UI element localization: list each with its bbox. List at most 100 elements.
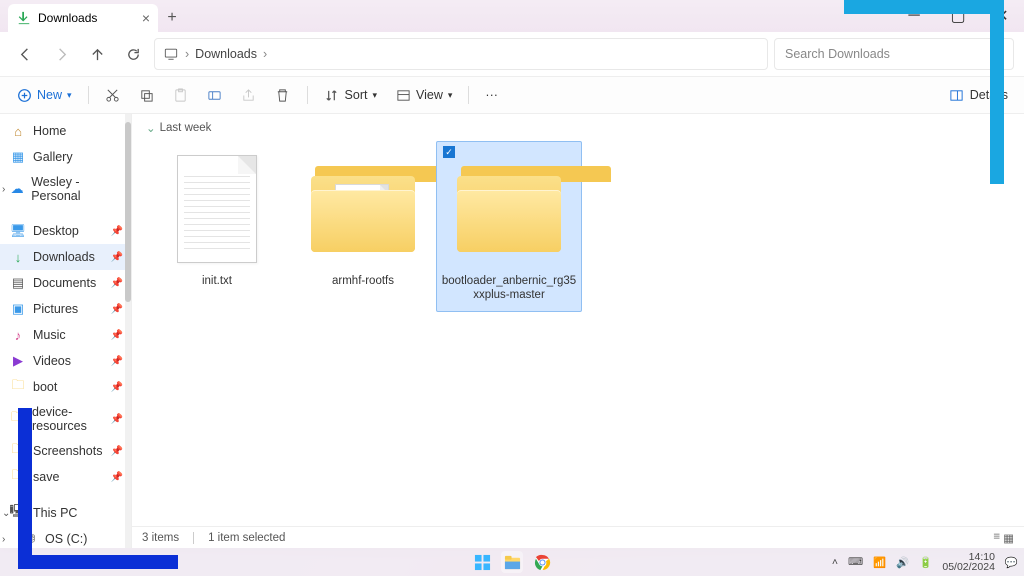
cut-icon (105, 87, 121, 103)
expand-icon[interactable]: › (2, 184, 5, 195)
body: ⌂Home ▦Gallery ›☁Wesley - Personal 🖥Desk… (0, 114, 1024, 548)
breadcrumb[interactable]: › Downloads › (154, 38, 768, 70)
new-tab-button[interactable]: + (158, 4, 186, 32)
battery-icon[interactable]: 🔋 (919, 556, 932, 569)
expand-icon[interactable]: ⌄ (2, 508, 10, 519)
nav-save[interactable]: 🗀save📌 (0, 464, 131, 490)
details-label: Details (970, 88, 1008, 102)
nav-pictures[interactable]: ▣Pictures📌 (0, 296, 131, 322)
nav-onedrive[interactable]: ›☁Wesley - Personal (0, 170, 131, 208)
tray-date: 05/02/2024 (942, 562, 995, 573)
nav-music[interactable]: ♪Music📌 (0, 322, 131, 348)
nav-downloads[interactable]: ↓Downloads📌 (0, 244, 131, 270)
forward-button[interactable] (46, 39, 76, 69)
folder-icon (450, 150, 568, 268)
list-view-icon[interactable]: ≡ (993, 531, 1000, 545)
chevron-down-icon: ▾ (67, 90, 72, 101)
cloud-icon: ☁ (10, 181, 24, 197)
tray-chevron-icon[interactable]: ˄ (832, 556, 838, 568)
nav-videos[interactable]: ▶Videos📌 (0, 348, 131, 374)
nav-screenshots[interactable]: 🗀Screenshots📌 (0, 438, 131, 464)
nav-desktop[interactable]: 🖥Desktop📌 (0, 218, 131, 244)
file-item[interactable]: ✓ init.txt (144, 141, 290, 297)
folder-item[interactable]: ✓ armhf-rootfs (290, 141, 436, 297)
pin-icon: 📌 (111, 382, 123, 393)
nav-home[interactable]: ⌂Home (0, 118, 131, 144)
folder-icon: 🗀 (10, 411, 25, 427)
view-icon (395, 87, 411, 103)
up-button[interactable] (82, 39, 112, 69)
downloads-icon: ↓ (10, 249, 26, 265)
chevron-down-icon: ⌄ (146, 121, 156, 135)
start-button[interactable] (471, 551, 493, 573)
minimize-button[interactable]: ─ (892, 0, 936, 32)
view-button[interactable]: View ▾ (389, 83, 458, 107)
grid-view-icon[interactable]: ▦ (1003, 531, 1014, 545)
new-button[interactable]: New ▾ (10, 83, 78, 107)
chevron-down-icon: ▾ (448, 90, 453, 101)
pin-icon: 📌 (111, 414, 123, 425)
pin-icon: 📌 (111, 330, 123, 341)
item-label: armhf-rootfs (295, 274, 431, 288)
maximize-button[interactable]: ▢ (936, 0, 980, 32)
folder-item[interactable]: ✓ bootloader_anbernic_rg35xxplus-master (436, 141, 582, 312)
nav-scrollbar[interactable] (125, 114, 131, 548)
more-button[interactable]: ··· (479, 84, 504, 106)
selection-count: 1 item selected (208, 532, 285, 544)
refresh-button[interactable] (118, 39, 148, 69)
pictures-icon: ▣ (10, 301, 26, 317)
window-tab[interactable]: Downloads × (8, 4, 158, 32)
group-header[interactable]: ⌄ Last week (132, 114, 1024, 139)
status-bar: 3 items 1 item selected ≡ ▦ (132, 526, 1024, 548)
nav-this-pc[interactable]: ⌄🖳This PC (0, 500, 131, 526)
volume-icon[interactable]: 🔊 (896, 556, 909, 569)
nav-gallery[interactable]: ▦Gallery (0, 144, 131, 170)
nav-device-resources[interactable]: 🗀device-resources📌 (0, 400, 131, 438)
videos-icon: ▶ (10, 353, 26, 369)
taskbar: ˄ ⌨ 📶 🔊 🔋 14:10 05/02/2024 💬 (0, 548, 1024, 576)
wifi-icon[interactable]: 📶 (873, 556, 886, 569)
copy-button[interactable] (133, 83, 161, 107)
new-label: New (37, 88, 62, 102)
keyboard-icon[interactable]: ⌨ (848, 556, 863, 568)
explorer-taskbar-icon[interactable] (501, 551, 523, 573)
paste-icon (173, 87, 189, 103)
breadcrumb-current[interactable]: Downloads (195, 47, 257, 61)
back-button[interactable] (10, 39, 40, 69)
system-tray: ˄ ⌨ 📶 🔊 🔋 14:10 05/02/2024 💬 (832, 548, 1018, 576)
gallery-icon: ▦ (10, 149, 26, 165)
music-icon: ♪ (10, 327, 26, 343)
notifications-icon[interactable]: 💬 (1005, 556, 1018, 569)
downloads-icon (16, 10, 32, 26)
sort-icon (324, 87, 340, 103)
sort-button[interactable]: Sort ▾ (318, 83, 383, 107)
desktop-icon: 🖥 (10, 223, 26, 239)
paste-button[interactable] (167, 83, 195, 107)
expand-icon[interactable]: › (2, 534, 5, 545)
rename-button[interactable] (201, 83, 229, 107)
pin-icon: 📌 (111, 226, 123, 237)
item-grid: ✓ init.txt ✓ armhf-rootfs ✓ (132, 139, 1024, 314)
monitor-icon (163, 46, 179, 62)
close-window-button[interactable]: ✕ (980, 0, 1024, 32)
details-pane-button[interactable]: Details (943, 83, 1014, 107)
search-input[interactable]: Search Downloads (774, 38, 1014, 70)
content-area: ⌄ Last week ✓ init.txt ✓ armhf-rootfs (132, 114, 1024, 548)
nav-documents[interactable]: ▤Documents📌 (0, 270, 131, 296)
address-bar: › Downloads › Search Downloads (0, 32, 1024, 76)
close-tab-icon[interactable]: × (142, 10, 150, 26)
clock[interactable]: 14:10 05/02/2024 (942, 552, 995, 573)
nav-boot[interactable]: 🗀boot📌 (0, 374, 131, 400)
cut-button[interactable] (99, 83, 127, 107)
folder-icon (304, 150, 422, 268)
drive-icon: ⛃ (22, 531, 38, 547)
pin-icon: 📌 (111, 304, 123, 315)
chrome-taskbar-icon[interactable] (531, 551, 553, 573)
pc-icon: 🖳 (10, 505, 26, 521)
view-label: View (416, 88, 443, 102)
share-button[interactable] (235, 83, 263, 107)
check-icon: ✓ (443, 146, 455, 158)
toolbar: New ▾ Sort ▾ View ▾ ··· Details (0, 76, 1024, 114)
delete-button[interactable] (269, 83, 297, 107)
nav-os-c[interactable]: ›⛃OS (C:) (0, 526, 131, 548)
